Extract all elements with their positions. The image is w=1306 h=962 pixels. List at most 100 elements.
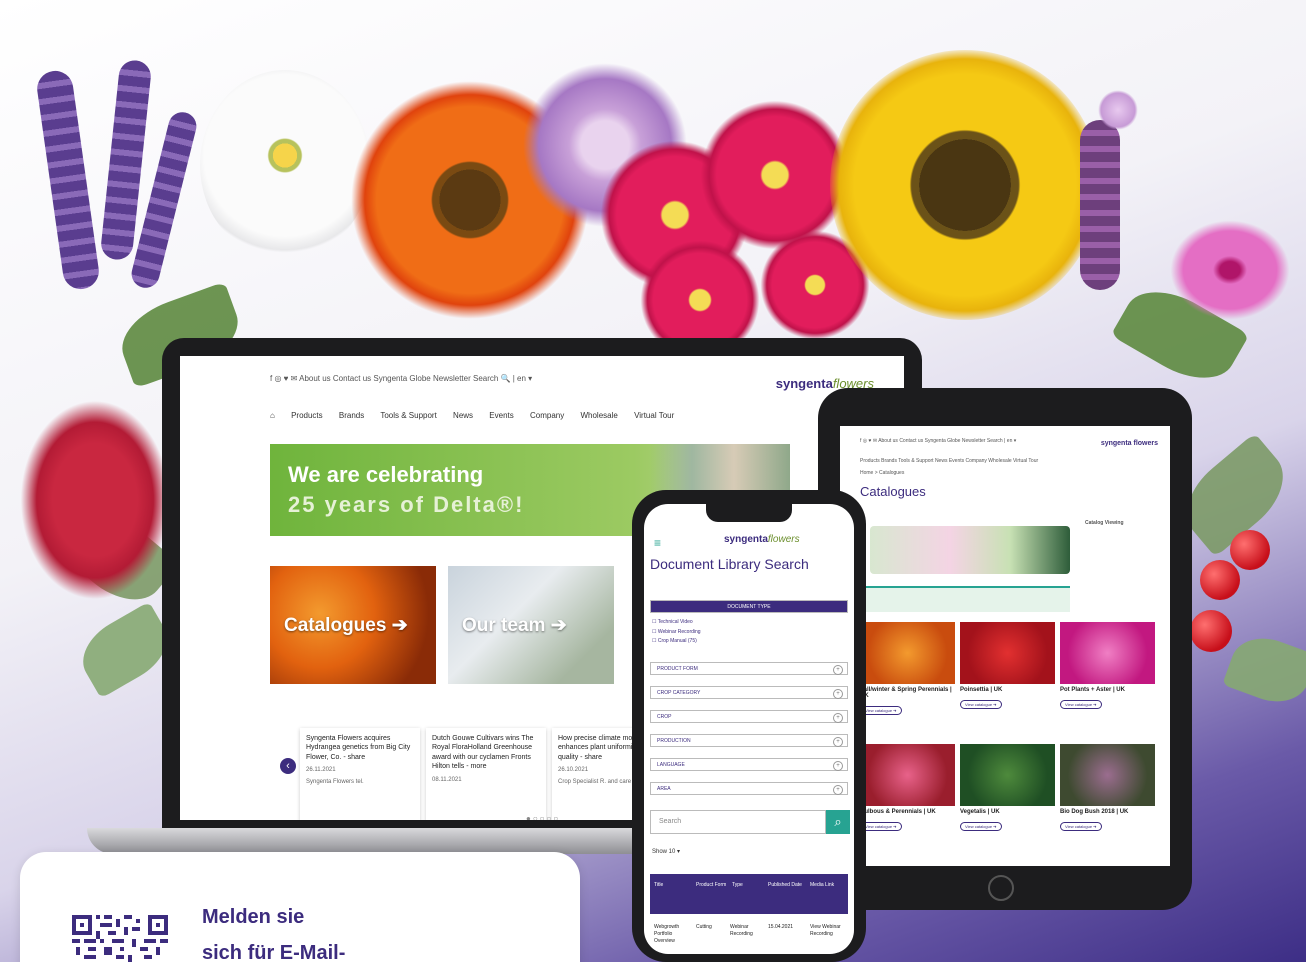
search-icon[interactable]: ⌕: [826, 810, 850, 834]
table-cell: Webinar Recording: [730, 924, 753, 937]
tablet-home-button: [988, 875, 1014, 901]
info-strip: [860, 586, 1070, 612]
card-caption: Vegetalis | UK: [960, 809, 1000, 815]
page-title: Catalogues: [860, 484, 926, 499]
catalogue-thumbnails: [870, 526, 1070, 574]
phone-website: ≡ syngentaflowers Document Library Searc…: [644, 504, 854, 954]
tablet-logo: syngenta flowers: [1100, 440, 1158, 447]
hero-title: We are celebrating: [288, 462, 484, 487]
table-cell[interactable]: View Webinar Recording: [810, 924, 846, 938]
plus-icon: +: [833, 785, 843, 795]
nav-item[interactable]: Brands: [339, 411, 364, 420]
table-cell: Webgrowth Portfolio Overview: [654, 924, 680, 944]
phone-logo: syngentaflowers: [724, 534, 800, 545]
promo-text-line: sich für E-Mail-: [202, 942, 346, 962]
show-entries-select[interactable]: Show 10 ▾: [652, 848, 680, 855]
card-caption: Poinsettia | UK: [960, 687, 1003, 693]
view-catalogue-button[interactable]: View catalogue ➔: [960, 822, 1002, 831]
nav-item[interactable]: Company: [530, 411, 564, 420]
tile-label: Catalogues ➔: [284, 615, 408, 636]
column-header[interactable]: Title: [654, 882, 663, 888]
nav-item[interactable]: News: [453, 411, 473, 420]
plus-icon: +: [833, 713, 843, 723]
table-cell: 15.04.2021: [768, 924, 794, 930]
logo-text: syngenta: [775, 376, 833, 391]
results-table-header: Title Product Form Type Published Date M…: [650, 874, 848, 914]
carousel-dots[interactable]: ●○○○○: [526, 814, 560, 820]
column-header[interactable]: Type: [732, 882, 743, 888]
logo-text: syngenta: [724, 534, 768, 545]
nav-item[interactable]: Tools & Support: [380, 411, 436, 420]
checkbox-option[interactable]: ☐ Crop Manual (75): [652, 637, 701, 647]
filter-product-form[interactable]: PRODUCT FORM +: [650, 662, 848, 675]
news-text: Dutch Gouwe Cultivars wins The Royal Flo…: [432, 735, 534, 771]
column-header[interactable]: Media Link: [810, 882, 834, 888]
catalogue-card[interactable]: Poinsettia | UK View catalogue ➔: [960, 622, 1055, 711]
tablet-website: f ◎ ♥ ✉ About us Contact us Syngenta Glo…: [840, 426, 1170, 866]
tablet-topbar: f ◎ ♥ ✉ About us Contact us Syngenta Glo…: [860, 438, 1017, 444]
catalogue-card[interactable]: Bio Dog Bush 2018 | UK View catalogue ➔: [1060, 744, 1155, 833]
carousel-prev-button[interactable]: ‹: [280, 758, 296, 774]
tablet-mockup: f ◎ ♥ ✉ About us Contact us Syngenta Glo…: [818, 388, 1192, 910]
newsletter-promo-card[interactable]: Melden sie sich für E-Mail-: [20, 852, 580, 962]
tile-label: Our team ➔: [462, 615, 567, 636]
catalogues-tile[interactable]: Catalogues ➔: [270, 566, 436, 684]
hero-image: f ◎ ♥ ✉ About us Contact us Syngenta Glo…: [0, 0, 1306, 962]
hero-subtitle: 25 years of Delta®!: [288, 492, 525, 517]
menu-icon[interactable]: ≡: [654, 536, 661, 550]
document-type-options: ☐ Technical Video ☐ Webinar Recording ☐ …: [652, 618, 701, 647]
news-source: Syngenta Flowers tel.: [306, 779, 364, 786]
nav-item[interactable]: Virtual Tour: [634, 411, 674, 420]
phone-notch: [706, 504, 792, 522]
our-team-tile[interactable]: Our team ➔: [448, 566, 614, 684]
home-icon[interactable]: ⌂: [270, 411, 275, 420]
catalogue-card[interactable]: Bulbous & Perennials | UK View catalogue…: [860, 744, 955, 833]
plus-icon: +: [833, 761, 843, 771]
news-date: 26.11.2021: [306, 767, 336, 774]
card-caption: Pot Plants + Aster | UK: [1060, 687, 1125, 693]
search-input[interactable]: Search: [650, 810, 826, 834]
column-header[interactable]: Product Form: [696, 882, 726, 888]
news-card[interactable]: Syngenta Flowers acquires Hydrangea gene…: [300, 728, 420, 820]
catalogue-card[interactable]: Fall/winter & Spring Perennials | UK Vie…: [860, 622, 955, 717]
view-catalogue-button[interactable]: View catalogue ➔: [1060, 822, 1102, 831]
filter-crop-category[interactable]: CROP CATEGORY +: [650, 686, 848, 699]
view-catalogue-button[interactable]: View catalogue ➔: [860, 706, 902, 715]
document-type-header[interactable]: DOCUMENT TYPE: [650, 600, 848, 613]
nav-item[interactable]: Products: [291, 411, 323, 420]
page-title: Document Library Search: [650, 556, 809, 572]
catalogue-card[interactable]: Pot Plants + Aster | UK View catalogue ➔: [1060, 622, 1155, 711]
qr-code-icon: [72, 915, 168, 962]
column-header[interactable]: Published Date: [768, 882, 802, 888]
plus-icon: +: [833, 737, 843, 747]
laptop-topbar: f ◎ ♥ ✉ About us Contact us Syngenta Glo…: [270, 374, 533, 383]
card-caption: Fall/winter & Spring Perennials | UK: [860, 687, 952, 699]
tablet-nav: Products Brands Tools & Support News Eve…: [860, 458, 1039, 464]
nav-item[interactable]: Events: [489, 411, 513, 420]
phone-mockup: ≡ syngentaflowers Document Library Searc…: [632, 490, 866, 962]
checkbox-option[interactable]: ☐ Webinar Recording: [652, 628, 701, 638]
filter-area[interactable]: AREA +: [650, 782, 848, 795]
catalogue-card[interactable]: Vegetalis | UK View catalogue ➔: [960, 744, 1055, 833]
sidebar-title: Catalog Viewing: [1085, 520, 1124, 526]
filter-language[interactable]: LANGUAGE +: [650, 758, 848, 771]
laptop-nav: ⌂ Products Brands Tools & Support News E…: [270, 411, 688, 420]
breadcrumb[interactable]: Home > Catalogues: [860, 470, 904, 476]
checkbox-option[interactable]: ☐ Technical Video: [652, 618, 701, 628]
nav-item[interactable]: Wholesale: [580, 411, 617, 420]
plus-icon: +: [833, 689, 843, 699]
view-catalogue-button[interactable]: View catalogue ➔: [960, 700, 1002, 709]
logo-sub: flowers: [767, 534, 800, 545]
plus-icon: +: [833, 665, 843, 675]
card-caption: Bio Dog Bush 2018 | UK: [1060, 809, 1129, 815]
view-catalogue-button[interactable]: View catalogue ➔: [860, 822, 902, 831]
promo-text-line: Melden sie: [202, 906, 305, 928]
news-date: 08.11.2021: [432, 776, 462, 783]
filter-production[interactable]: PRODUCTION +: [650, 734, 848, 747]
filter-crop[interactable]: CROP +: [650, 710, 848, 723]
table-cell: Cutting: [696, 924, 712, 930]
news-card[interactable]: Dutch Gouwe Cultivars wins The Royal Flo…: [426, 728, 546, 820]
view-catalogue-button[interactable]: View catalogue ➔: [1060, 700, 1102, 709]
card-caption: Bulbous & Perennials | UK: [860, 809, 936, 815]
news-text: Syngenta Flowers acquires Hydrangea gene…: [306, 735, 411, 761]
